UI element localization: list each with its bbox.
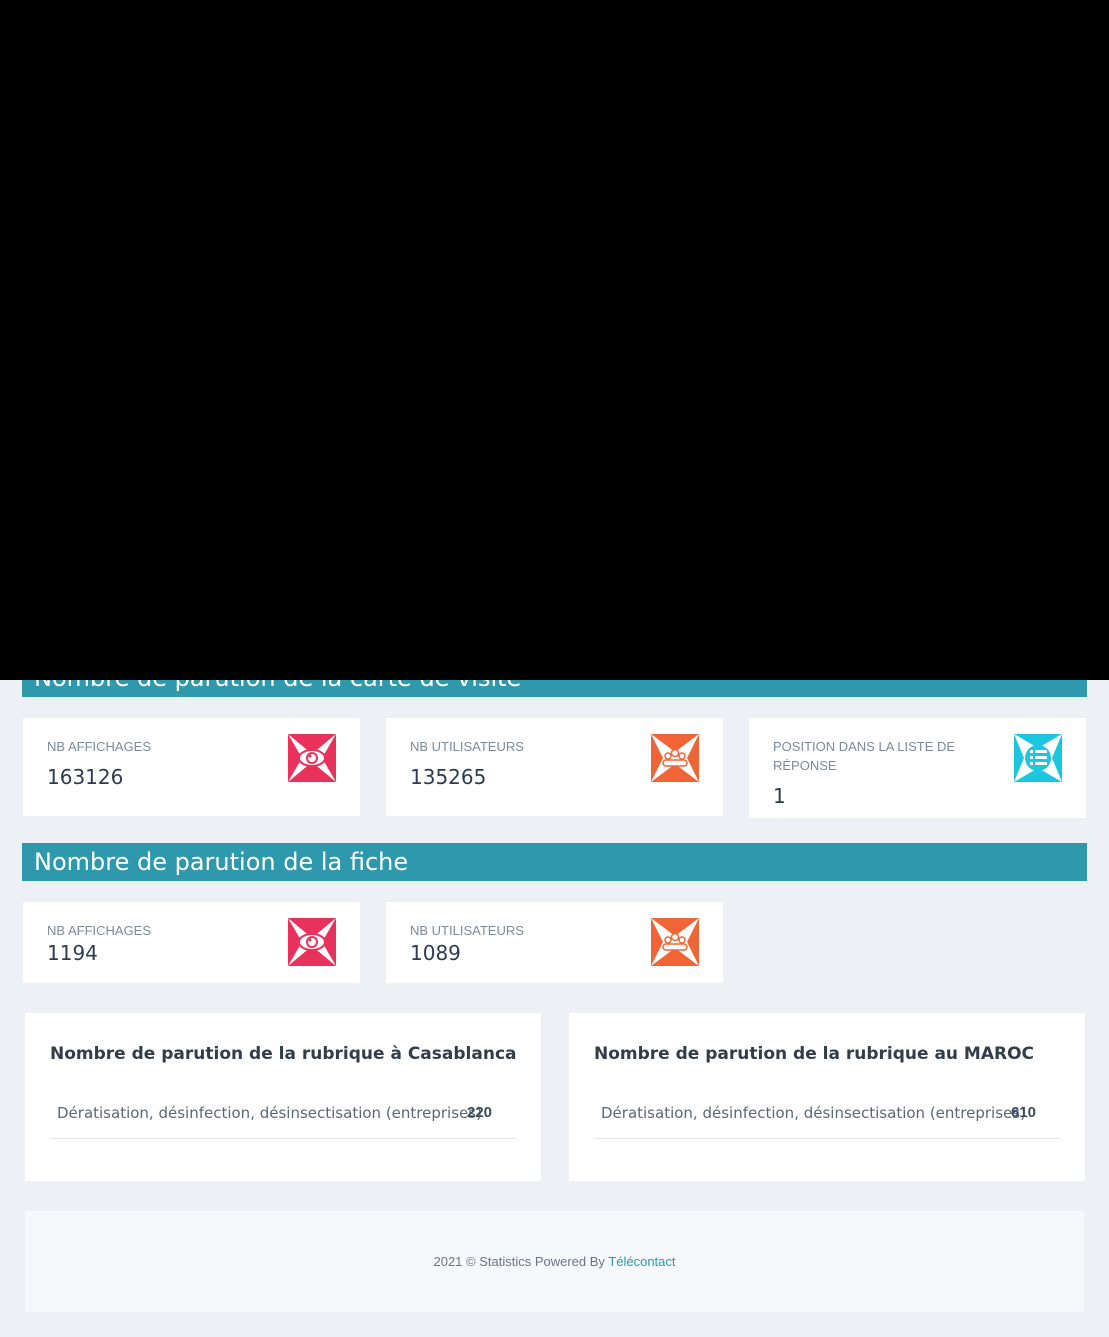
- stat-card-position: POSITION DANS LA LISTE DE RÉPONSE 1: [749, 718, 1086, 818]
- stat-card-affichages: NB AFFICHAGES 1194: [23, 902, 360, 983]
- stat-value: 135265: [410, 765, 487, 789]
- users-icon: [651, 918, 699, 966]
- table-row: Dératisation, désinfection, désinsectisa…: [594, 1097, 1060, 1139]
- stat-label: NB AFFICHAGES: [47, 739, 152, 754]
- rubric-card-maroc: Nombre de parution de la rubrique au MAR…: [569, 1013, 1085, 1181]
- rubric-name: Dératisation, désinfection, désinsectisa…: [601, 1104, 1026, 1122]
- stat-label: NB AFFICHAGES: [47, 923, 152, 938]
- footer-text: 2021 © Statistics Powered By: [433, 1254, 605, 1269]
- stat-value: 163126: [47, 765, 124, 789]
- rubric-count: 220: [467, 1104, 493, 1121]
- footer: 2021 © Statistics Powered By Télécontact: [25, 1211, 1084, 1312]
- users-icon: [651, 734, 699, 782]
- stat-card-utilisateurs: NB UTILISATEURS 135265: [386, 718, 723, 816]
- redacted-region: [0, 0, 1109, 680]
- eye-icon: [288, 918, 336, 966]
- stat-card-utilisateurs: NB UTILISATEURS 1089: [386, 902, 723, 983]
- stat-value: 1: [773, 784, 786, 808]
- rubric-title: Nombre de parution de la rubrique à Casa…: [50, 1044, 517, 1064]
- stat-label: NB UTILISATEURS: [410, 923, 524, 938]
- stat-card-affichages: NB AFFICHAGES 163126: [23, 718, 360, 816]
- rubric-count: 610: [1011, 1104, 1037, 1121]
- rubric-card-casablanca: Nombre de parution de la rubrique à Casa…: [25, 1013, 541, 1181]
- stat-value: 1089: [410, 941, 461, 965]
- list-icon: [1014, 734, 1062, 782]
- stat-label: POSITION DANS LA LISTE DE RÉPONSE: [773, 739, 956, 773]
- eye-icon: [288, 734, 336, 782]
- stat-label: NB UTILISATEURS: [410, 739, 524, 754]
- section-title-fiche: Nombre de parution de la fiche: [22, 843, 1087, 881]
- rubric-title: Nombre de parution de la rubrique au MAR…: [594, 1044, 1035, 1064]
- stat-value: 1194: [47, 941, 98, 965]
- rubric-name: Dératisation, désinfection, désinsectisa…: [57, 1104, 482, 1122]
- table-row: Dératisation, désinfection, désinsectisa…: [50, 1097, 516, 1139]
- footer-link-telecontact[interactable]: Télécontact: [608, 1254, 675, 1269]
